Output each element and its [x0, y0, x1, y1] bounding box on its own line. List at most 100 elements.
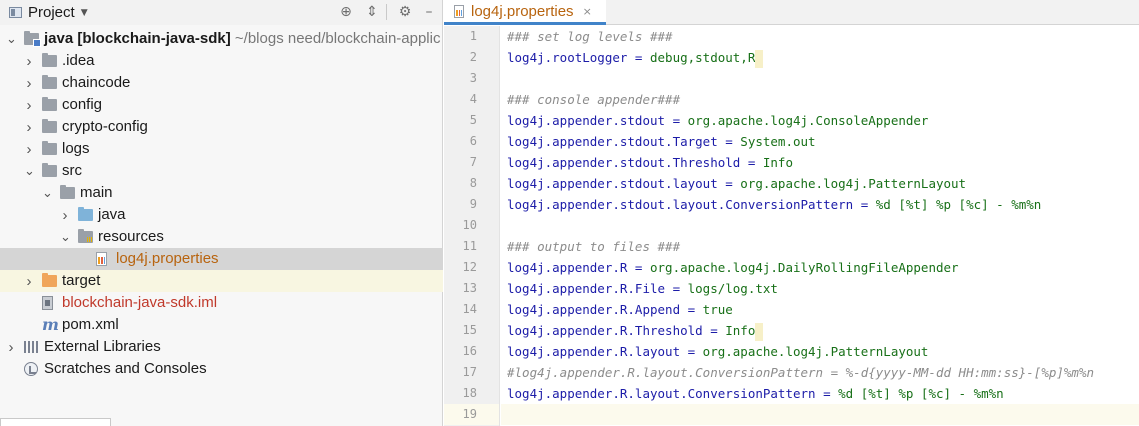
property-value: org.apache.log4j.PatternLayout — [702, 344, 929, 359]
folder-icon — [42, 119, 57, 133]
code-line[interactable]: log4j.appender.stdout.Threshold = Info — [501, 152, 1139, 173]
tree-item-label: target — [62, 272, 101, 289]
chevron-right-icon[interactable]: › — [60, 205, 70, 226]
tree-row[interactable]: › External Libraries — [0, 336, 443, 358]
property-value: org.apache.log4j.DailyRollingFileAppende… — [650, 260, 959, 275]
tree-row[interactable]: log4j.properties — [0, 248, 443, 270]
folder-icon — [42, 53, 57, 67]
code-line[interactable] — [501, 215, 1139, 236]
tree-row[interactable]: › chaincode — [0, 72, 443, 94]
tree-item-label: blockchain-java-sdk.iml — [62, 294, 218, 311]
chevron-right-icon[interactable]: › — [24, 51, 34, 72]
code-editor[interactable]: ### set log levels ### log4j.rootLogger =… — [501, 26, 1139, 426]
line-number: 13 — [462, 281, 477, 295]
tree-row[interactable]: ⌄ main — [0, 182, 443, 204]
code-line[interactable]: #log4j.appender.R.layout.ConversionPatte… — [501, 362, 1139, 383]
tree-row[interactable]: › target — [0, 270, 443, 292]
tree-row[interactable]: Scratches and Consoles — [0, 358, 443, 380]
property-value: debug,stdout,R — [650, 50, 756, 65]
tree-row[interactable]: ⌄ resources — [0, 226, 443, 248]
text-caret — [755, 322, 764, 341]
code-line[interactable]: log4j.appender.stdout.layout = org.apach… — [501, 173, 1139, 194]
tree-row[interactable]: ⌄ java [blockchain-java-sdk] ~/blogs need… — [0, 28, 443, 50]
code-comment: ### console appender### — [507, 92, 681, 107]
code-line[interactable]: log4j.appender.R = org.apache.log4j.Dail… — [501, 257, 1139, 278]
line-number: 16 — [462, 344, 477, 358]
line-number: 12 — [462, 260, 477, 274]
chevron-down-icon[interactable]: ⌄ — [60, 229, 71, 245]
tab-log4j-properties[interactable]: log4j.properties × — [444, 0, 606, 25]
folder-icon — [78, 207, 93, 221]
close-icon[interactable]: × — [583, 5, 592, 18]
code-comment: ### output to files ### — [507, 239, 681, 254]
code-line[interactable]: log4j.appender.R.Append = true — [501, 299, 1139, 320]
code-line[interactable]: log4j.appender.stdout.layout.ConversionP… — [501, 194, 1139, 215]
folder-icon — [42, 163, 57, 177]
property-key: log4j.appender.stdout.layout.ConversionP… — [507, 197, 876, 212]
collapse-all-icon[interactable]: ⇕ — [363, 3, 381, 21]
code-line[interactable]: log4j.appender.R.Threshold = Info — [501, 320, 1139, 341]
code-line[interactable]: log4j.rootLogger = debug,stdout,R — [501, 47, 1139, 68]
tree-row[interactable]: › config — [0, 94, 443, 116]
chevron-down-icon[interactable]: ⌄ — [42, 185, 53, 201]
tree-item-label: resources — [98, 228, 164, 245]
tree-item-label: logs — [62, 140, 90, 157]
line-number: 19 — [444, 404, 499, 425]
module-file-icon — [42, 296, 53, 310]
tree-item-label: crypto-config — [62, 118, 148, 135]
property-value: org.apache.log4j.PatternLayout — [740, 176, 967, 191]
code-line[interactable]: log4j.appender.R.File = logs/log.txt — [501, 278, 1139, 299]
code-line[interactable]: ### console appender### — [501, 89, 1139, 110]
code-line[interactable]: log4j.appender.R.layout.ConversionPatter… — [501, 383, 1139, 404]
maven-icon: m — [42, 315, 59, 334]
property-key: log4j.appender.stdout.Threshold = — [507, 155, 763, 170]
code-line[interactable]: ### output to files ### — [501, 236, 1139, 257]
code-line[interactable] — [501, 68, 1139, 89]
properties-file-icon — [96, 252, 107, 266]
editor-area: log4j.properties × 1 2 3 4 5 6 7 8 9 10 11 12 13 14 15… — [444, 0, 1139, 426]
code-line[interactable] — [501, 404, 1139, 425]
chevron-right-icon[interactable]: › — [6, 337, 16, 358]
chevron-down-icon[interactable]: ⌄ — [24, 163, 35, 179]
tree-row[interactable]: m pom.xml — [0, 314, 443, 336]
property-key: log4j.appender.R.Append = — [507, 302, 703, 317]
tree-row[interactable]: blockchain-java-sdk.iml — [0, 292, 443, 314]
line-number: 7 — [469, 155, 477, 169]
editor-tab-bar: log4j.properties × — [444, 0, 1139, 25]
property-key: log4j.appender.stdout = — [507, 113, 688, 128]
line-number: 9 — [469, 197, 477, 211]
tree-row[interactable]: ⌄ src — [0, 160, 443, 182]
chevron-right-icon[interactable]: › — [24, 73, 34, 94]
minimize-icon[interactable]: – — [420, 3, 438, 21]
gear-icon[interactable]: ⚙ — [396, 3, 414, 21]
line-number: 2 — [469, 50, 477, 64]
tree-row[interactable]: › crypto-config — [0, 116, 443, 138]
chevron-down-icon[interactable]: ⌄ — [6, 31, 17, 47]
chevron-right-icon[interactable]: › — [24, 95, 34, 116]
chevron-right-icon[interactable]: › — [24, 139, 34, 160]
tree-item-label: Scratches and Consoles — [44, 360, 207, 377]
tree-row[interactable]: › .idea — [0, 50, 443, 72]
tree-row[interactable]: › java — [0, 204, 443, 226]
property-value: %d [%t] %p [%c] - %m%n — [875, 197, 1042, 212]
code-line[interactable]: log4j.appender.R.layout = org.apache.log… — [501, 341, 1139, 362]
folder-icon — [42, 141, 57, 155]
tab-title: log4j.properties — [471, 2, 574, 20]
folder-icon — [42, 97, 57, 111]
line-number: 14 — [462, 302, 477, 316]
property-key: log4j.rootLogger = — [507, 50, 650, 65]
folder-icon — [42, 75, 57, 89]
property-key: log4j.appender.R.File = — [507, 281, 688, 296]
chevron-right-icon[interactable]: › — [24, 271, 34, 292]
code-comment: #log4j.appender.R.layout.ConversionPatte… — [507, 365, 1094, 380]
chevron-down-icon[interactable]: ▼ — [81, 8, 88, 18]
crosshair-icon[interactable]: ⊕ — [337, 3, 355, 21]
code-line[interactable]: log4j.appender.stdout = org.apache.log4j… — [501, 110, 1139, 131]
chevron-right-icon[interactable]: › — [24, 117, 34, 138]
code-line[interactable]: log4j.appender.stdout.Target = System.ou… — [501, 131, 1139, 152]
code-line[interactable]: ### set log levels ### — [501, 26, 1139, 47]
tree-row[interactable]: › logs — [0, 138, 443, 160]
tooltip-fragment — [0, 418, 111, 426]
project-tool-window: Project ▼ ⊕ ⇕ ⚙ – ⌄ java [blockchain-java… — [0, 0, 443, 426]
tree-item-label: log4j.properties — [116, 250, 219, 267]
